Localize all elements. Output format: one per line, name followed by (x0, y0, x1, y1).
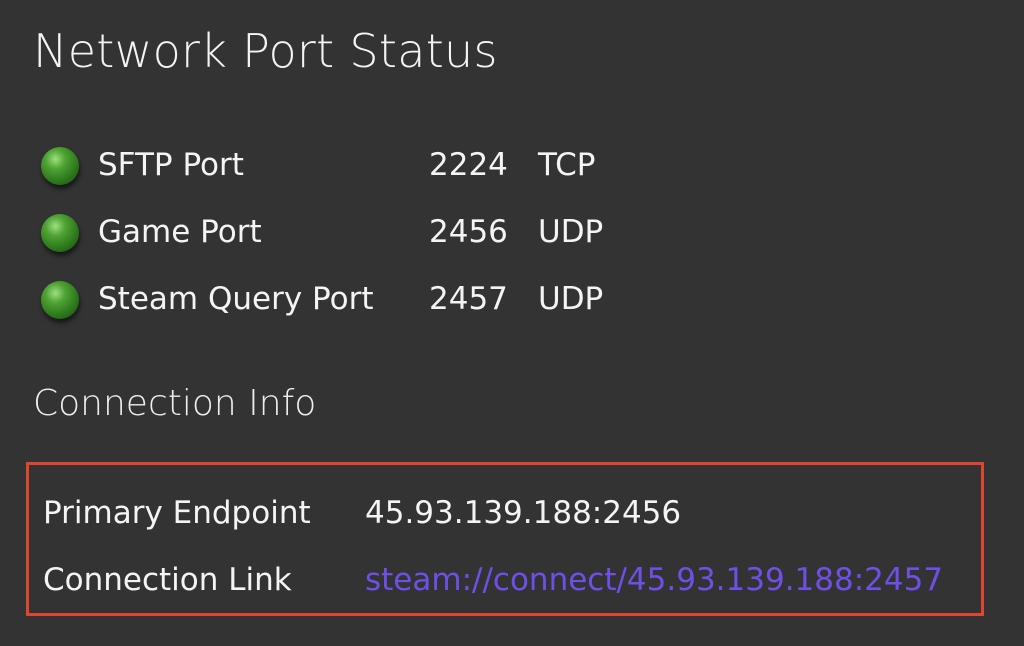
port-number: 2457 (429, 281, 508, 317)
port-name: Steam Query Port (98, 281, 374, 317)
connection-info-box: Primary Endpoint 45.93.139.188:2456 Conn… (26, 462, 984, 616)
connection-link[interactable]: steam://connect/45.93.139.188:2457 (365, 562, 943, 598)
status-indicator-icon (41, 214, 79, 252)
port-protocol: UDP (538, 281, 604, 317)
port-name: SFTP Port (98, 147, 244, 183)
port-row-steam-query: Steam Query Port 2457 UDP (40, 277, 640, 344)
status-indicator-icon (41, 147, 79, 185)
connection-info-title: Connection Info (33, 383, 317, 424)
port-protocol: TCP (538, 147, 596, 183)
port-number: 2224 (429, 147, 508, 183)
port-protocol: UDP (538, 214, 604, 250)
port-row-sftp: SFTP Port 2224 TCP (40, 143, 640, 210)
status-indicator-icon (41, 281, 79, 319)
page-title: Network Port Status (33, 24, 498, 78)
port-name: Game Port (98, 214, 262, 250)
connection-link-label: Connection Link (43, 562, 292, 598)
primary-endpoint-label: Primary Endpoint (43, 495, 311, 531)
port-row-game: Game Port 2456 UDP (40, 210, 640, 277)
port-list: SFTP Port 2224 TCP Game Port 2456 UDP St… (40, 143, 640, 344)
port-number: 2456 (429, 214, 508, 250)
primary-endpoint-value: 45.93.139.188:2456 (365, 495, 682, 531)
